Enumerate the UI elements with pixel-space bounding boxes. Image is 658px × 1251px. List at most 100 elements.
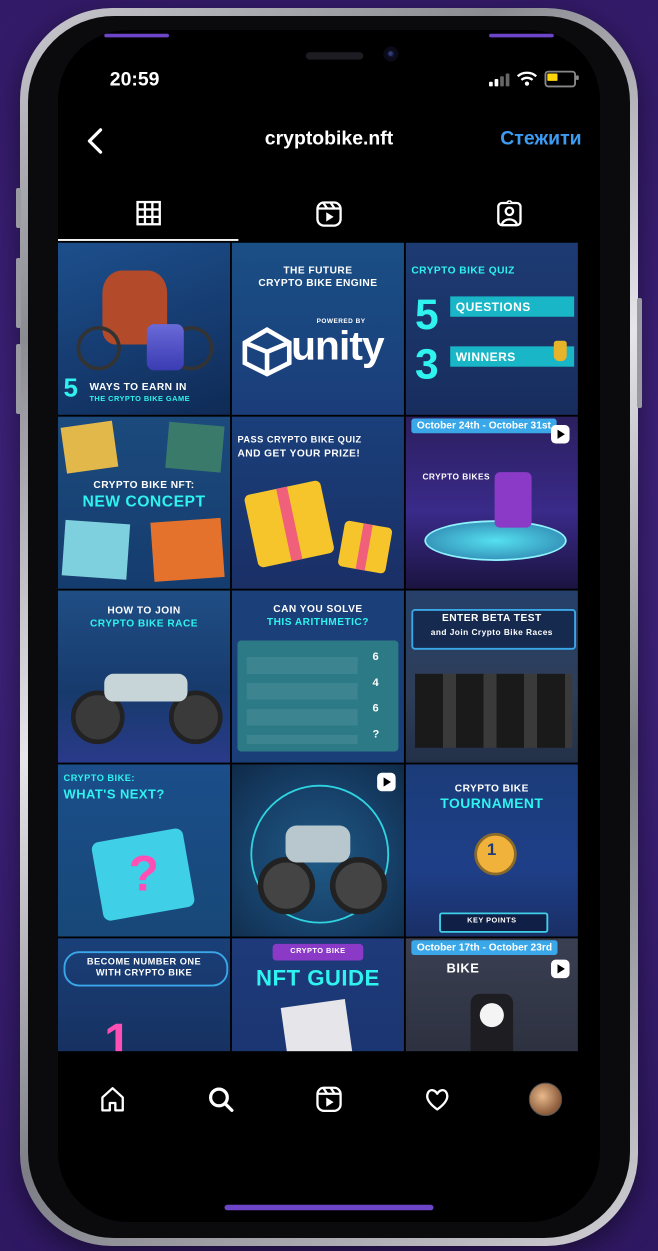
post-caption: CAN YOU SOLVE: [273, 603, 363, 615]
post-caption: CRYPTO BIKE ENGINE: [258, 277, 378, 289]
nav-search[interactable]: [198, 1077, 242, 1121]
unity-logo-icon: [242, 327, 292, 377]
post-tile[interactable]: BECOME NUMBER ONE WITH CRYPTO BIKE 1: [58, 938, 231, 1068]
post-caption: HOW TO JOIN: [107, 605, 181, 617]
reels-icon: [316, 1086, 342, 1113]
post-number: 5: [63, 373, 79, 402]
tab-grid[interactable]: [58, 178, 239, 241]
heart-icon: [426, 1089, 449, 1111]
status-icons: [489, 70, 579, 88]
nav-profile[interactable]: [524, 1077, 568, 1121]
post-tile[interactable]: [231, 764, 404, 937]
post-tile[interactable]: CRYPTO BIKE TOURNAMENT 1 KEY POINTS: [405, 764, 578, 937]
post-tile[interactable]: PASS CRYPTO BIKE QUIZ AND GET YOUR PRIZE…: [231, 416, 404, 589]
reel-badge-icon: [377, 772, 396, 792]
gift-box-art: [243, 479, 335, 569]
post-caption: CRYPTO BIKES: [422, 472, 490, 482]
medal-number: 1: [486, 840, 497, 859]
post-caption: WHAT'S NEXT?: [63, 786, 165, 802]
volume-up-button: [16, 258, 21, 328]
post-caption: CRYPTO BIKE RACE: [89, 618, 199, 630]
post-tile[interactable]: CRYPTO BIKE: WHAT'S NEXT? ?: [58, 764, 231, 937]
post-caption: PASS CRYPTO BIKE QUIZ: [237, 435, 362, 446]
post-caption: QUESTIONS: [455, 300, 531, 314]
date-chip: October 17th - October 23rd: [411, 940, 558, 955]
post-caption: NEW CONCEPT: [82, 492, 206, 511]
post-caption: CRYPTO BIKE NFT:: [93, 479, 195, 491]
bike-card-image: [150, 517, 225, 582]
bikes-lineup-art: [415, 673, 573, 748]
motorbike-body: [285, 825, 351, 863]
grid-icon: [136, 200, 161, 226]
power-button: [637, 298, 642, 408]
post-caption: AND GET YOUR PRIZE!: [237, 448, 361, 460]
post-caption: and Join Crypto Bike Races: [430, 627, 553, 637]
rider-art: [494, 472, 532, 528]
post-caption: TOURNAMENT: [440, 795, 544, 812]
nav-home[interactable]: [90, 1077, 134, 1121]
post-caption: KEY POINTS: [467, 916, 517, 925]
nav-reels[interactable]: [307, 1077, 351, 1121]
stage-platform: [424, 520, 567, 561]
date-chip: October 24th - October 31st: [411, 418, 557, 434]
post-caption: CRYPTO BIKE: [290, 946, 346, 955]
post-number: 5: [415, 289, 440, 339]
post-caption: unity: [291, 323, 385, 369]
tagged-icon: [497, 200, 522, 227]
post-tile[interactable]: HOW TO JOIN CRYPTO BIKE RACE: [58, 590, 231, 763]
post-caption: THE CRYPTO BIKE GAME: [89, 394, 190, 403]
motorbike-body: [104, 673, 188, 702]
mute-switch: [16, 188, 21, 228]
posts-grid: 5 WAYS TO EARN IN THE CRYPTO BIKE GAME T…: [58, 242, 600, 1111]
top-accent-left: [104, 33, 169, 38]
profile-avatar: [529, 1082, 563, 1116]
post-tile[interactable]: ENTER BETA TEST and Join Crypto Bike Rac…: [405, 590, 578, 763]
post-tile[interactable]: October 24th - October 31st CRYPTO BIKES: [405, 416, 578, 589]
post-tile[interactable]: 5 WAYS TO EARN IN THE CRYPTO BIKE GAME: [58, 242, 231, 415]
nav-activity[interactable]: [415, 1077, 459, 1121]
gift-box-art: [337, 520, 393, 575]
tab-tagged[interactable]: [419, 178, 600, 241]
post-caption: CRYPTO BIKE:: [63, 773, 135, 784]
puzzle-rows: [246, 647, 358, 745]
screen: 20:59 cryptobike.nft Стежити 5 WAYS TO E…: [58, 30, 600, 1222]
post-caption: CRYPTO BIKE: [454, 782, 529, 795]
post-tile[interactable]: CRYPTO BIKE NFT: NEW CONCEPT: [58, 416, 231, 589]
question-mark: ?: [128, 845, 160, 902]
puzzle-answer: 6: [372, 649, 379, 663]
motorbike-wheel: [257, 856, 316, 915]
puzzle-answer: 4: [372, 675, 379, 689]
reel-badge-icon: [551, 959, 570, 979]
tab-reels[interactable]: [239, 178, 420, 241]
post-caption: THIS ARITHMETIC?: [266, 616, 369, 628]
puzzle-board: 6 4 6 ?: [237, 640, 399, 752]
puzzle-answer: ?: [372, 727, 380, 741]
post-tile[interactable]: CRYPTO BIKE QUIZ 5 QUESTIONS 3 WINNERS: [405, 242, 578, 415]
reels-tab-icon: [316, 201, 342, 227]
post-caption: WAYS TO EARN IN: [89, 381, 187, 393]
bike-card-image: [60, 420, 119, 474]
post-number: 3: [415, 339, 440, 388]
post-caption: WITH CRYPTO BIKE: [95, 967, 193, 979]
volume-down-button: [16, 344, 21, 414]
home-indicator[interactable]: [224, 1204, 434, 1211]
home-icon: [100, 1087, 124, 1112]
motorbike-wheel: [329, 856, 388, 915]
profile-header: cryptobike.nft Стежити: [58, 115, 600, 167]
post-caption: BIKE: [446, 960, 480, 976]
signal-icon: [489, 72, 510, 87]
post-caption: BECOME NUMBER ONE: [86, 956, 202, 968]
bottom-nav: [58, 1051, 600, 1144]
reel-badge-icon: [551, 424, 570, 444]
wifi-icon: [516, 71, 537, 86]
post-tile[interactable]: THE FUTURE CRYPTO BIKE ENGINE POWERED BY…: [231, 242, 404, 415]
search-icon: [208, 1087, 234, 1113]
bike-card-image: [165, 421, 225, 473]
battery-icon: [544, 70, 579, 88]
post-tile[interactable]: CAN YOU SOLVE THIS ARITHMETIC? 6 4 6 ?: [231, 590, 404, 763]
follow-button[interactable]: Стежити: [500, 128, 581, 150]
top-accent-right: [489, 33, 554, 38]
post-caption: ENTER BETA TEST: [441, 612, 542, 624]
post-tile[interactable]: October 17th - October 23rd BIKE: [405, 938, 578, 1068]
post-tile[interactable]: CRYPTO BIKE NFT GUIDE: [231, 938, 404, 1068]
